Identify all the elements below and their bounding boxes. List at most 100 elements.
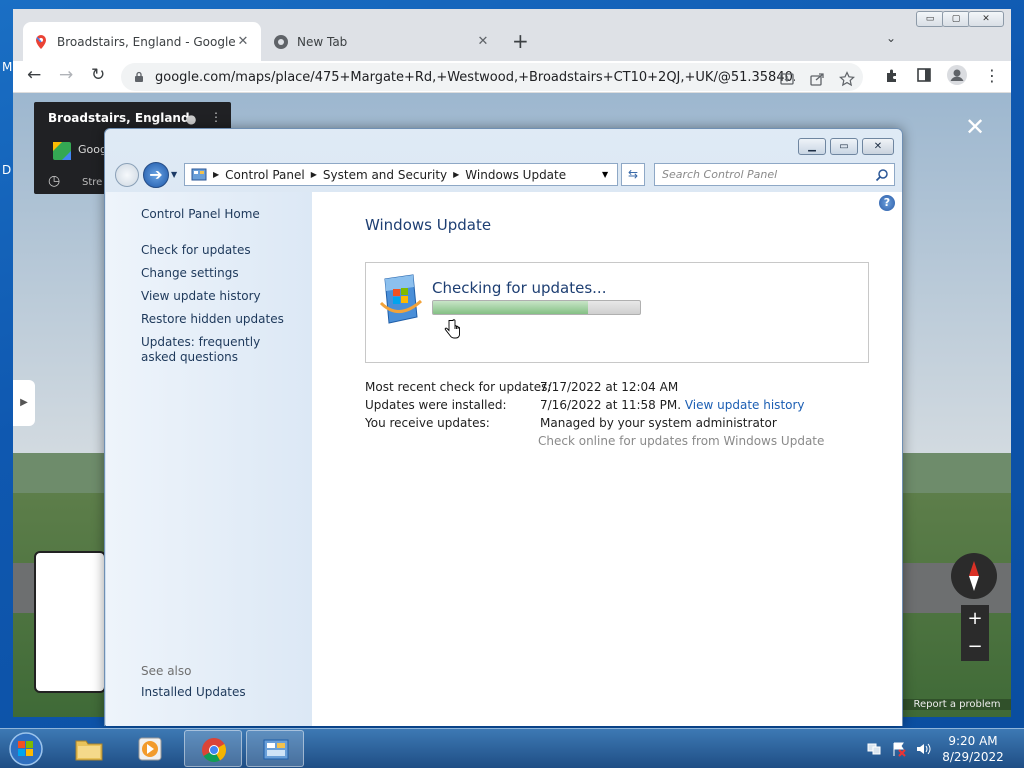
- close-button[interactable]: ✕: [968, 11, 1004, 27]
- windows-update-icon: [379, 274, 423, 324]
- tab-title: Broadstairs, England - Google Maps: [57, 34, 235, 49]
- breadcrumb-separator-icon[interactable]: ▶: [453, 170, 459, 179]
- compass-icon[interactable]: [951, 553, 997, 599]
- tab-new-tab[interactable]: New Tab ✕: [263, 22, 501, 61]
- breadcrumb-system-and-security[interactable]: System and Security: [323, 168, 447, 182]
- folder-icon: [75, 740, 103, 761]
- location-pin-icon[interactable]: ●: [186, 112, 196, 126]
- search-field[interactable]: [654, 163, 895, 186]
- link-view-update-history[interactable]: View update history: [141, 289, 261, 303]
- zoom-in-button[interactable]: +: [961, 605, 989, 633]
- expand-panel-button[interactable]: ▶: [13, 380, 35, 426]
- side-panel-icon[interactable]: [916, 67, 932, 83]
- tab-close-icon[interactable]: ✕: [235, 34, 251, 49]
- bookmark-star-icon[interactable]: [839, 71, 855, 87]
- update-progress-bar: [432, 300, 641, 315]
- recent-pages-dropdown-icon[interactable]: ▼: [171, 170, 177, 179]
- action-center-flag-icon[interactable]: [891, 741, 907, 757]
- cp-address-bar[interactable]: ▶ Control Panel ▶ System and Security ▶ …: [184, 163, 618, 186]
- link-restore-hidden-updates[interactable]: Restore hidden updates: [141, 312, 284, 326]
- address-dropdown-icon[interactable]: ▼: [602, 170, 608, 179]
- desktop-icon-label: D: [2, 163, 12, 177]
- link-installed-updates[interactable]: Installed Updates: [141, 685, 246, 699]
- link-control-panel-home[interactable]: Control Panel Home: [141, 207, 260, 221]
- control-panel-icon: [191, 168, 207, 180]
- browser-toolbar: ← → ↻ google.com/maps/place/475+Margate+…: [13, 61, 1011, 93]
- cp-minimize-button[interactable]: ▁: [798, 138, 826, 155]
- help-icon[interactable]: ?: [879, 195, 895, 211]
- breadcrumb-windows-update[interactable]: Windows Update: [465, 168, 566, 182]
- chrome-icon: [274, 34, 288, 49]
- info-label-recent-check: Most recent check for updates:: [365, 380, 552, 394]
- tab-title: New Tab: [297, 34, 348, 49]
- taskbar: 9:20 AM 8/29/2022: [0, 728, 1024, 768]
- link-change-settings[interactable]: Change settings: [141, 266, 239, 280]
- google-maps-logo-icon: [53, 142, 71, 160]
- street-label: Stre: [82, 177, 103, 188]
- search-icon[interactable]: [875, 168, 889, 182]
- new-tab-button[interactable]: +: [512, 29, 529, 53]
- system-clock[interactable]: 9:20 AM 8/29/2022: [935, 733, 1011, 765]
- back-button[interactable]: [115, 163, 139, 187]
- taskbar-chrome[interactable]: [184, 730, 242, 767]
- close-icon[interactable]: ✕: [965, 113, 985, 141]
- page-title: Windows Update: [365, 216, 492, 234]
- address-bar[interactable]: google.com/maps/place/475+Margate+Rd,+We…: [121, 63, 863, 91]
- minimize-button[interactable]: ▭: [916, 11, 944, 27]
- breadcrumb-separator-icon[interactable]: ▶: [213, 170, 219, 179]
- forward-arrow-icon[interactable]: →: [59, 65, 73, 85]
- volume-icon[interactable]: [915, 741, 931, 757]
- link-check-online[interactable]: Check online for updates from Windows Up…: [538, 434, 824, 448]
- report-problem-link[interactable]: Report a problem: [903, 699, 1011, 710]
- tab-close-icon[interactable]: ✕: [475, 34, 491, 49]
- tab-strip: Broadstairs, England - Google Maps ✕ New…: [13, 9, 1011, 61]
- more-vert-icon[interactable]: ⋮: [210, 110, 222, 124]
- zoom-out-button[interactable]: −: [961, 633, 989, 661]
- cp-content: Control Panel Home Check for updates Cha…: [106, 192, 902, 726]
- minimap[interactable]: [34, 551, 106, 693]
- control-panel-window: ▁ ▭ ✕ ➔ ▼ ▶ Control Panel ▶ System and S…: [104, 128, 903, 726]
- share-icon[interactable]: [809, 71, 825, 87]
- google-maps-icon: [36, 34, 46, 49]
- forward-button[interactable]: ➔: [143, 162, 169, 188]
- update-status-text: Checking for updates...: [432, 279, 607, 297]
- cp-maximize-button[interactable]: ▭: [830, 138, 858, 155]
- info-value-receive: Managed by your system administrator: [540, 416, 777, 430]
- link-check-for-updates[interactable]: Check for updates: [141, 243, 251, 257]
- breadcrumb-control-panel[interactable]: Control Panel: [225, 168, 305, 182]
- clock-time: 9:20 AM: [948, 734, 998, 748]
- taskbar-explorer[interactable]: [60, 730, 118, 767]
- hand-cursor-icon: [444, 319, 460, 339]
- chrome-menu-icon[interactable]: ⋮: [984, 66, 1000, 85]
- google-brand-text: Goog: [78, 143, 107, 156]
- taskbar-control-panel[interactable]: [246, 730, 304, 767]
- place-title: Broadstairs, England: [48, 111, 190, 125]
- control-panel-icon: [263, 739, 289, 760]
- history-clock-icon[interactable]: ◷: [48, 173, 60, 189]
- breadcrumb-separator-icon[interactable]: ▶: [311, 170, 317, 179]
- search-input[interactable]: [662, 168, 874, 181]
- profile-avatar-icon[interactable]: [947, 65, 967, 85]
- install-app-icon[interactable]: [779, 71, 795, 87]
- reload-icon[interactable]: ↻: [91, 65, 105, 85]
- network-icon[interactable]: [866, 741, 882, 757]
- link-view-update-history-inline[interactable]: View update history: [685, 398, 805, 412]
- url-text: google.com/maps/place/475+Margate+Rd,+We…: [155, 69, 795, 85]
- update-status-box: Checking for updates...: [365, 262, 869, 363]
- refresh-button[interactable]: ⇆: [621, 163, 645, 186]
- cp-close-button[interactable]: ✕: [862, 138, 894, 155]
- chrome-icon: [202, 738, 227, 763]
- tab-search-icon[interactable]: ⌄: [886, 31, 896, 45]
- restore-button[interactable]: ▢: [942, 11, 970, 27]
- back-arrow-icon[interactable]: ←: [27, 65, 41, 85]
- link-updates-faq[interactable]: Updates: frequently asked questions: [141, 335, 291, 365]
- progress-fill: [433, 301, 589, 314]
- taskbar-media-player[interactable]: [122, 730, 180, 767]
- extensions-icon[interactable]: [884, 67, 900, 83]
- tab-google-maps[interactable]: Broadstairs, England - Google Maps ✕: [23, 22, 261, 61]
- clock-date: 8/29/2022: [942, 750, 1004, 764]
- start-button-icon[interactable]: [3, 729, 49, 768]
- info-label-installed: Updates were installed:: [365, 398, 507, 412]
- desktop-icon-label: M: [2, 60, 13, 74]
- installed-date: 7/16/2022 at 11:58 PM.: [540, 398, 682, 412]
